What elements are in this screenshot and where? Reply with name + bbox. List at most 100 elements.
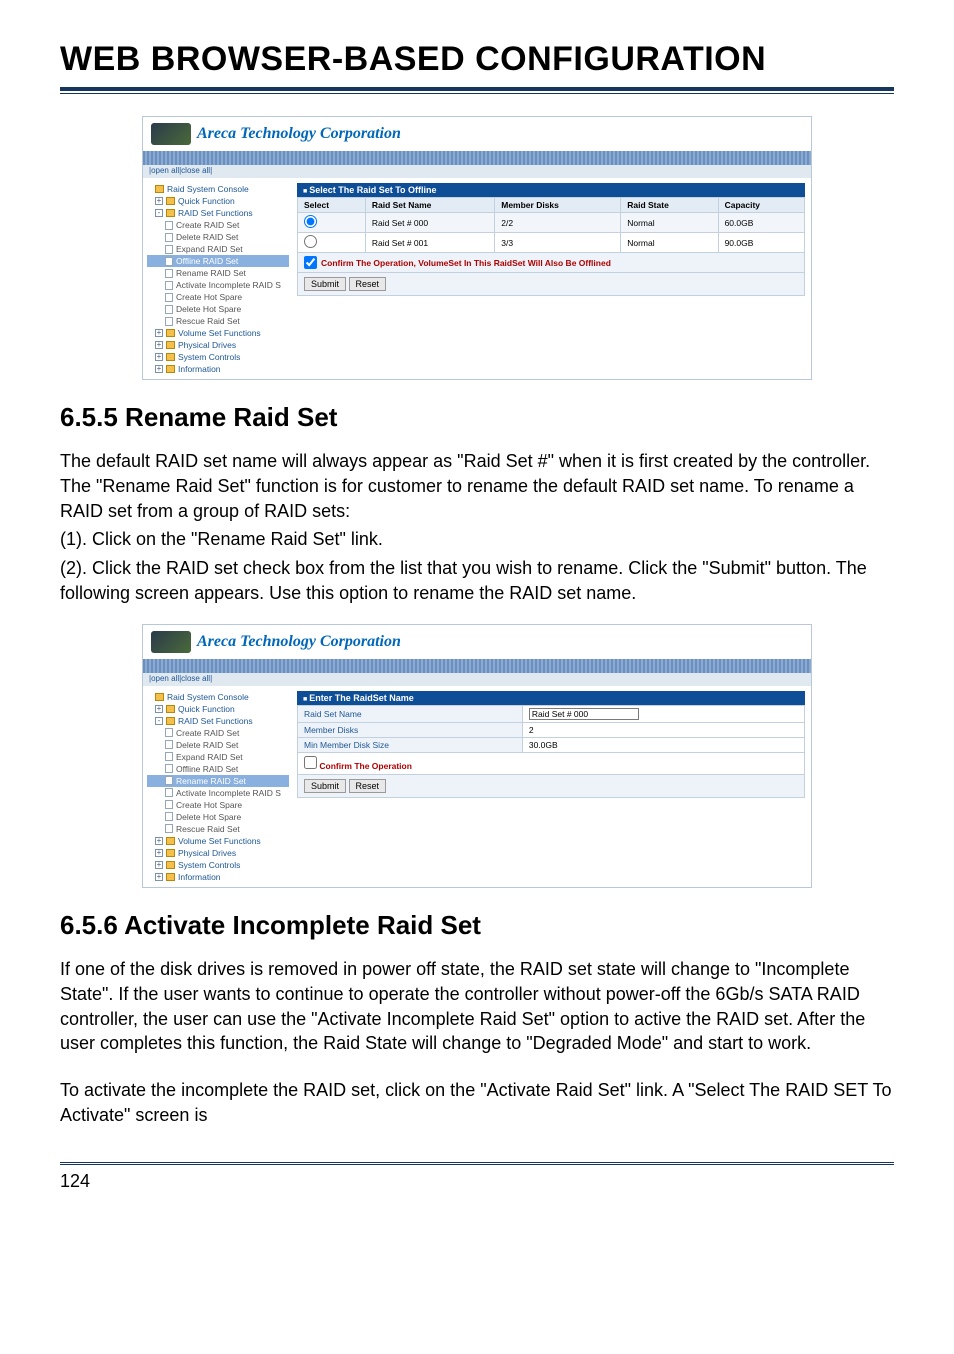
page-number: 124 — [60, 1171, 894, 1192]
sidebar-item-sysc[interactable]: +System Controls — [147, 859, 289, 871]
page-icon — [165, 293, 173, 302]
sidebar-item-phys[interactable]: +Physical Drives — [147, 339, 289, 351]
col-cap: Capacity — [718, 198, 804, 213]
kv-val: 2 — [522, 722, 804, 737]
cell-cap: 60.0GB — [718, 213, 804, 233]
confirm-checkbox[interactable] — [304, 256, 317, 269]
sidebar-item-quick[interactable]: +Quick Function — [147, 703, 289, 715]
sidebar-item-activate[interactable]: Activate Incomplete RAID S — [147, 279, 289, 291]
cell-state: Normal — [621, 213, 718, 233]
paragraph: To activate the incomplete the RAID set,… — [60, 1078, 894, 1128]
footer-rule — [60, 1162, 894, 1163]
table-row: Raid Set # 000 2/2 Normal 60.0GB — [298, 213, 805, 233]
minus-icon: - — [155, 717, 163, 725]
console-icon — [155, 185, 164, 193]
folder-icon — [166, 197, 175, 205]
tree-sidebar: Raid System Console +Quick Function -RAI… — [143, 179, 293, 379]
folder-icon — [166, 365, 175, 373]
sidebar-item-activate[interactable]: Activate Incomplete RAID S — [147, 787, 289, 799]
col-name: Raid Set Name — [365, 198, 494, 213]
page-icon — [165, 317, 173, 326]
brand-text: Areca Technology Corporation — [197, 633, 401, 651]
kv-val: 30.0GB — [522, 737, 804, 752]
sidebar-item-info[interactable]: +Information — [147, 871, 289, 883]
page-icon — [165, 305, 173, 314]
page-icon — [165, 764, 173, 773]
page-title: WEB BROWSER-BASED CONFIGURATION — [60, 40, 894, 91]
plus-icon: + — [155, 837, 163, 845]
confirm-text: Confirm The Operation — [319, 761, 412, 771]
folder-icon — [166, 705, 175, 713]
row-radio[interactable] — [304, 235, 317, 248]
kv-val — [522, 705, 804, 722]
row-radio[interactable] — [304, 215, 317, 228]
tree-root[interactable]: Raid System Console — [147, 691, 289, 703]
sidebar-item-sysc[interactable]: +System Controls — [147, 351, 289, 363]
decor-ribbon — [143, 151, 811, 165]
tree-toolbar[interactable]: |open all|close all| — [143, 165, 811, 178]
page-icon — [165, 257, 173, 266]
sidebar-item-expand[interactable]: Expand RAID Set — [147, 243, 289, 255]
sidebar-item-info[interactable]: +Information — [147, 363, 289, 375]
sidebar-item-raidset[interactable]: -RAID Set Functions — [147, 207, 289, 219]
footer-rule — [60, 1164, 894, 1165]
folder-icon — [166, 849, 175, 857]
confirm-text: Confirm The Operation, VolumeSet In This… — [321, 258, 611, 268]
sidebar-item-chs[interactable]: Create Hot Spare — [147, 291, 289, 303]
page-icon — [165, 728, 173, 737]
sidebar-item-create[interactable]: Create RAID Set — [147, 727, 289, 739]
sidebar-item-dhs[interactable]: Delete Hot Spare — [147, 811, 289, 823]
page-icon — [165, 824, 173, 833]
paragraph: If one of the disk drives is removed in … — [60, 957, 894, 1056]
console-icon — [155, 693, 164, 701]
confirm-checkbox[interactable] — [304, 756, 317, 769]
sidebar-item-dhs[interactable]: Delete Hot Spare — [147, 303, 289, 315]
table-row: Raid Set # 001 3/3 Normal 90.0GB — [298, 233, 805, 253]
page-icon — [165, 776, 173, 785]
rename-table: Raid Set Name Member Disks2 Min Member D… — [297, 705, 805, 753]
kv-key: Min Member Disk Size — [298, 737, 523, 752]
panel-title: Select The Raid Set To Offline — [297, 183, 805, 197]
paragraph: The default RAID set name will always ap… — [60, 449, 894, 523]
raidset-name-input[interactable] — [529, 708, 639, 720]
page-icon — [165, 281, 173, 290]
submit-button[interactable]: Submit — [304, 779, 346, 793]
sidebar-item-rescue[interactable]: Rescue Raid Set — [147, 315, 289, 327]
sidebar-item-offline[interactable]: Offline RAID Set — [147, 255, 289, 267]
plus-icon: + — [155, 705, 163, 713]
page-icon — [165, 800, 173, 809]
confirm-checkbox-label[interactable]: Confirm The Operation, VolumeSet In This… — [304, 256, 798, 269]
sidebar-item-expand[interactable]: Expand RAID Set — [147, 751, 289, 763]
sidebar-item-quick[interactable]: +Quick Function — [147, 195, 289, 207]
confirm-checkbox-label[interactable]: Confirm The Operation — [304, 761, 412, 771]
page-icon — [165, 233, 173, 242]
folder-icon — [166, 329, 175, 337]
sidebar-item-raidset[interactable]: -RAID Set Functions — [147, 715, 289, 727]
paragraph: (2). Click the RAID set check box from t… — [60, 556, 894, 606]
sidebar-item-phys[interactable]: +Physical Drives — [147, 847, 289, 859]
sidebar-item-volset[interactable]: +Volume Set Functions — [147, 835, 289, 847]
areca-logo — [151, 631, 191, 653]
cell-mem: 2/2 — [495, 213, 621, 233]
tree-root[interactable]: Raid System Console — [147, 183, 289, 195]
submit-button[interactable]: Submit — [304, 277, 346, 291]
sidebar-item-delete[interactable]: Delete RAID Set — [147, 739, 289, 751]
areca-logo — [151, 123, 191, 145]
sidebar-item-volset[interactable]: +Volume Set Functions — [147, 327, 289, 339]
plus-icon: + — [155, 861, 163, 869]
decor-ribbon — [143, 659, 811, 673]
plus-icon: + — [155, 341, 163, 349]
sidebar-item-delete[interactable]: Delete RAID Set — [147, 231, 289, 243]
sidebar-item-offline[interactable]: Offline RAID Set — [147, 763, 289, 775]
plus-icon: + — [155, 353, 163, 361]
page-icon — [165, 812, 173, 821]
reset-button[interactable]: Reset — [349, 779, 387, 793]
col-select: Select — [298, 198, 366, 213]
sidebar-item-chs[interactable]: Create Hot Spare — [147, 799, 289, 811]
sidebar-item-rescue[interactable]: Rescue Raid Set — [147, 823, 289, 835]
reset-button[interactable]: Reset — [349, 277, 387, 291]
sidebar-item-rename[interactable]: Rename RAID Set — [147, 267, 289, 279]
sidebar-item-create[interactable]: Create RAID Set — [147, 219, 289, 231]
sidebar-item-rename[interactable]: Rename RAID Set — [147, 775, 289, 787]
tree-toolbar[interactable]: |open all|close all| — [143, 673, 811, 686]
